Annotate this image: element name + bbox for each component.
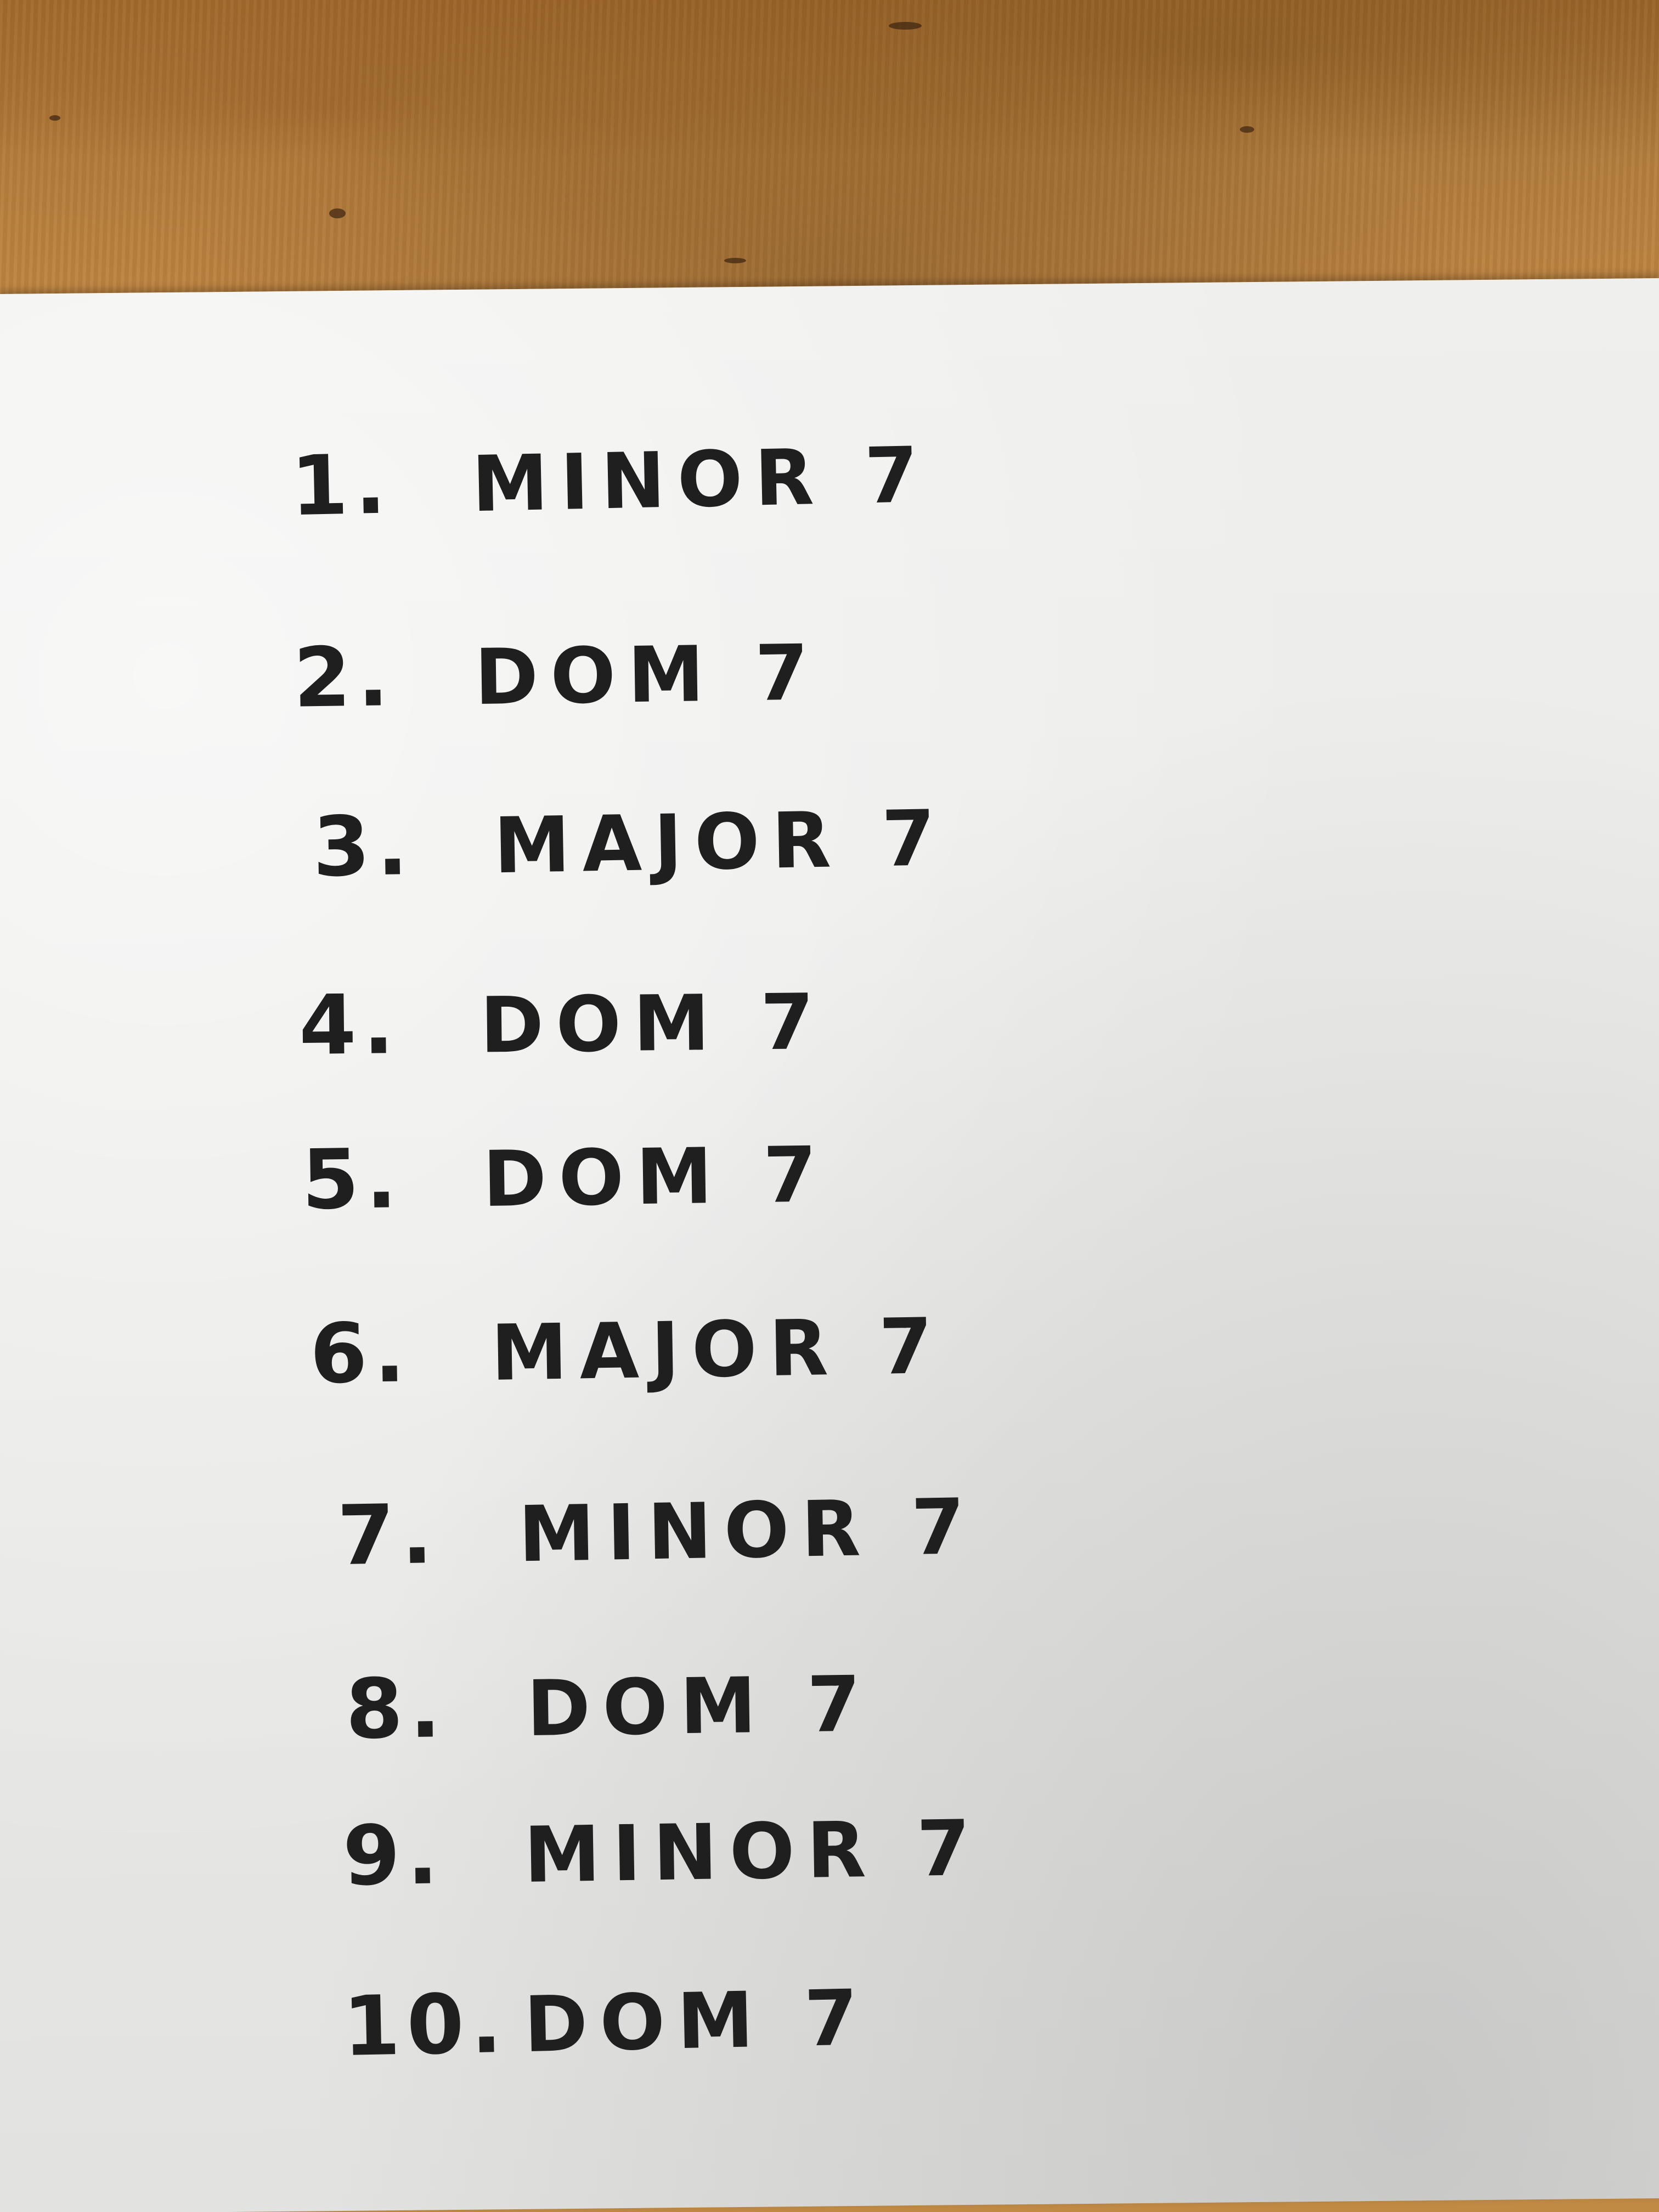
- item-number: 6.: [309, 1305, 413, 1403]
- item-chord: MINOR 7: [523, 1803, 983, 1900]
- list-item: 2. DOM 7: [292, 628, 821, 726]
- item-chord: MINOR 7: [517, 1482, 978, 1580]
- item-chord: DOM 7: [526, 1660, 873, 1754]
- item-chord: MAJOR 7: [493, 793, 949, 891]
- item-chord: DOM 7: [482, 1130, 830, 1225]
- item-number: 7.: [336, 1486, 440, 1584]
- item-number: 10.: [342, 1976, 510, 2075]
- item-chord: MAJOR 7: [490, 1301, 945, 1398]
- item-number: 3.: [312, 798, 415, 896]
- item-number: 8.: [345, 1661, 448, 1758]
- item-number: 9.: [342, 1807, 445, 1905]
- item-number: 4.: [298, 977, 402, 1074]
- item-chord: DOM 7: [523, 1973, 871, 2070]
- list-item: 8. DOM 7: [345, 1660, 873, 1758]
- chord-list: 1. MINOR 7 2. DOM 7 3. MAJOR 7 4. DOM 7 …: [0, 0, 1659, 2212]
- list-item: 10. DOM 7: [342, 1973, 871, 2075]
- list-item: 3. MAJOR 7: [312, 793, 949, 896]
- list-item: 9. MINOR 7: [342, 1803, 983, 1905]
- photo-scene: 1. MINOR 7 2. DOM 7 3. MAJOR 7 4. DOM 7 …: [0, 0, 1659, 2212]
- item-number: 1.: [290, 437, 394, 535]
- list-item: 5. DOM 7: [301, 1130, 830, 1228]
- item-chord: DOM 7: [473, 628, 821, 723]
- item-number: 5.: [301, 1131, 404, 1228]
- list-item: 7. MINOR 7: [336, 1482, 978, 1584]
- item-chord: DOM 7: [479, 977, 827, 1071]
- item-number: 2.: [292, 629, 396, 726]
- list-item: 1. MINOR 7: [290, 430, 932, 535]
- list-item: 6. MAJOR 7: [309, 1301, 945, 1403]
- list-item: 4. DOM 7: [298, 977, 827, 1074]
- item-chord: MINOR 7: [471, 430, 932, 530]
